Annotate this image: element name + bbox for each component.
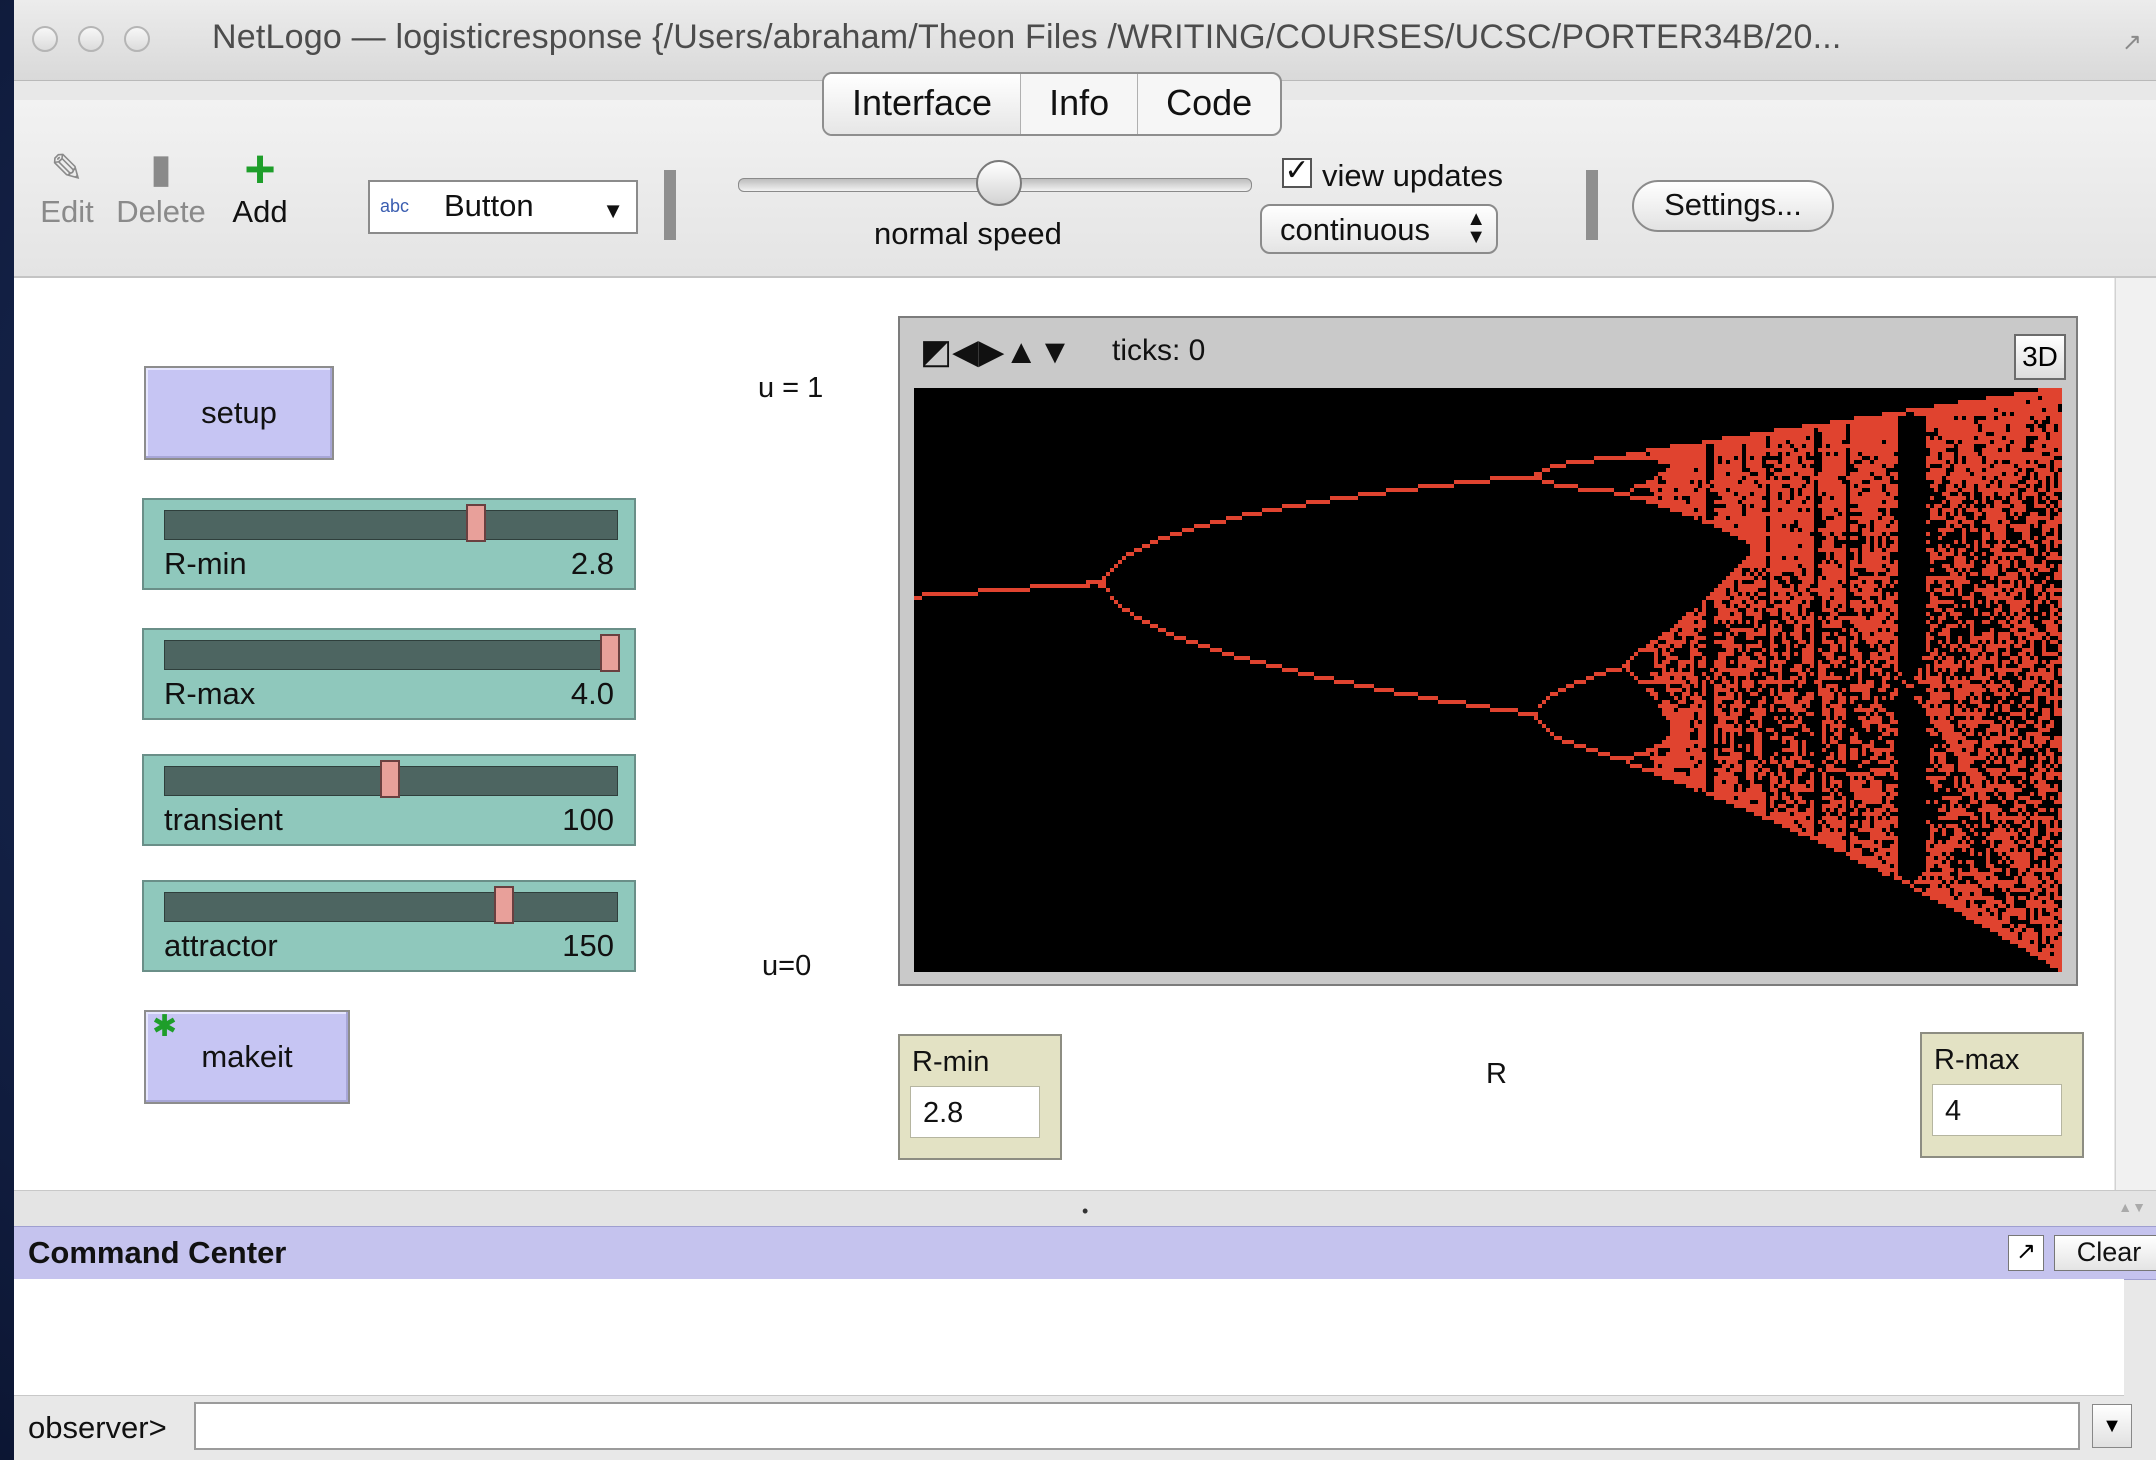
window-title: NetLogo — logisticresponse {/Users/abrah… <box>212 18 1842 56</box>
slider-value: 4.0 <box>570 676 614 711</box>
slider-track[interactable] <box>164 510 618 540</box>
slider-track[interactable] <box>164 640 618 670</box>
setup-button[interactable]: setup <box>144 366 334 460</box>
makeit-button[interactable]: ✱ makeit <box>144 1010 350 1104</box>
monitor-name: R-min <box>912 1046 990 1078</box>
slider-transient[interactable]: transient 100 <box>142 754 636 846</box>
widget-type-label: Button <box>444 188 534 223</box>
view-updates-label: view updates <box>1322 158 1503 193</box>
add-label: Add <box>232 194 288 229</box>
speed-label: normal speed <box>874 216 1062 251</box>
add-button[interactable]: + Add <box>220 139 300 230</box>
panel-splitter[interactable]: • ▲▼ <box>14 1190 2156 1227</box>
delete-label: Delete <box>116 194 206 229</box>
slider-track[interactable] <box>164 892 618 922</box>
title-bar: NetLogo — logisticresponse {/Users/abrah… <box>14 0 2156 81</box>
stepper-arrows-icon: ▲ ▼ <box>1466 208 1486 248</box>
view-canvas[interactable] <box>914 388 2062 972</box>
delete-button[interactable]: ▮ Delete <box>106 144 216 230</box>
widget-type-select[interactable]: abc Button ▼ <box>368 180 638 234</box>
label-r: R <box>1486 1058 1507 1090</box>
view-control-strip: ◩◀▶▲▼ ticks: 0 3D <box>900 318 2076 388</box>
slider-name: transient <box>164 802 283 837</box>
clear-button[interactable]: Clear <box>2054 1235 2156 1271</box>
monitor-name: R-max <box>1934 1044 2020 1076</box>
tab-info[interactable]: Info <box>1021 74 1139 134</box>
command-center-header: Command Center ↗ Clear <box>14 1226 2156 1280</box>
label-u-0: u=0 <box>762 950 812 982</box>
slider-knob[interactable] <box>466 504 486 542</box>
monitor-value: 4 <box>1932 1084 2062 1136</box>
slider-knob[interactable] <box>380 760 400 798</box>
zoom-window-button[interactable] <box>124 26 150 52</box>
monitor-r-max: R-max 4 <box>1920 1032 2084 1158</box>
edit-label: Edit <box>40 194 94 229</box>
button-widget-icon: abc <box>380 196 410 216</box>
update-mode-select[interactable]: continuous ▲ ▼ <box>1260 204 1498 254</box>
splitter-handle-icon[interactable]: • <box>1082 1201 1088 1222</box>
view-resize-icons[interactable]: ◩◀▶▲▼ <box>920 332 1072 372</box>
update-mode-value: continuous <box>1280 212 1430 247</box>
tab-interface[interactable]: Interface <box>824 74 1022 134</box>
command-center-title: Command Center <box>28 1235 287 1270</box>
slider-attractor[interactable]: attractor 150 <box>142 880 636 972</box>
pencil-icon: ✎ <box>50 147 84 191</box>
close-window-button[interactable] <box>32 26 58 52</box>
settings-button[interactable]: Settings... <box>1632 180 1834 232</box>
tab-code[interactable]: Code <box>1138 74 1280 134</box>
interface-scrollbar[interactable] <box>2115 278 2156 1190</box>
slider-knob[interactable] <box>494 886 514 924</box>
slider-name: R-min <box>164 546 247 581</box>
monitor-value: 2.8 <box>910 1086 1040 1138</box>
toolbar-divider <box>1586 170 1598 240</box>
slider-value: 100 <box>562 802 614 837</box>
netlogo-window: NetLogo — logisticresponse {/Users/abrah… <box>14 0 2156 1460</box>
3d-view-button[interactable]: 3D <box>2014 334 2066 380</box>
expand-icon[interactable]: ↗ <box>2008 1235 2044 1271</box>
dropdown-arrow-icon: ▼ <box>602 198 624 223</box>
slider-name: R-max <box>164 676 256 711</box>
slider-r-min[interactable]: R-min 2.8 <box>142 498 636 590</box>
command-history-dropdown-icon[interactable]: ▼ <box>2092 1404 2132 1448</box>
tab-bar: Interface Info Code <box>822 72 1283 136</box>
ticks-counter: ticks: 0 <box>1112 334 1206 367</box>
makeit-label: makeit <box>201 1039 293 1074</box>
bifurcation-diagram <box>914 388 2062 972</box>
command-input[interactable] <box>194 1402 2080 1450</box>
slider-value: 2.8 <box>570 546 614 581</box>
plus-icon: + <box>244 139 276 199</box>
toolbar-divider <box>664 170 676 240</box>
label-u-1: u = 1 <box>758 372 824 404</box>
slider-knob[interactable] <box>600 634 620 672</box>
resize-corner-icon[interactable]: ↗ <box>2122 28 2142 57</box>
command-output-area[interactable] <box>14 1279 2124 1396</box>
monitor-r-min: R-min 2.8 <box>898 1034 1062 1160</box>
slider-r-max[interactable]: R-max 4.0 <box>142 628 636 720</box>
forever-icon: ✱ <box>152 1010 178 1043</box>
trash-icon: ▮ <box>149 147 172 191</box>
slider-value: 150 <box>562 928 614 963</box>
observer-prompt: observer> <box>28 1410 167 1445</box>
view-updates-checkbox[interactable]: ✓ <box>1282 156 1312 188</box>
minimize-window-button[interactable] <box>78 26 104 52</box>
command-input-row: observer> ▼ <box>14 1396 2156 1460</box>
slider-name: attractor <box>164 928 278 963</box>
edit-button[interactable]: ✎ Edit <box>32 144 102 230</box>
interface-panel: setup R-min 2.8 R-max 4.0 transient 100 … <box>14 278 2114 1190</box>
speed-slider-knob[interactable] <box>976 160 1022 206</box>
world-view[interactable]: ◩◀▶▲▼ ticks: 0 3D <box>898 316 2078 986</box>
splitter-arrows-icon[interactable]: ▲▼ <box>2118 1199 2146 1215</box>
